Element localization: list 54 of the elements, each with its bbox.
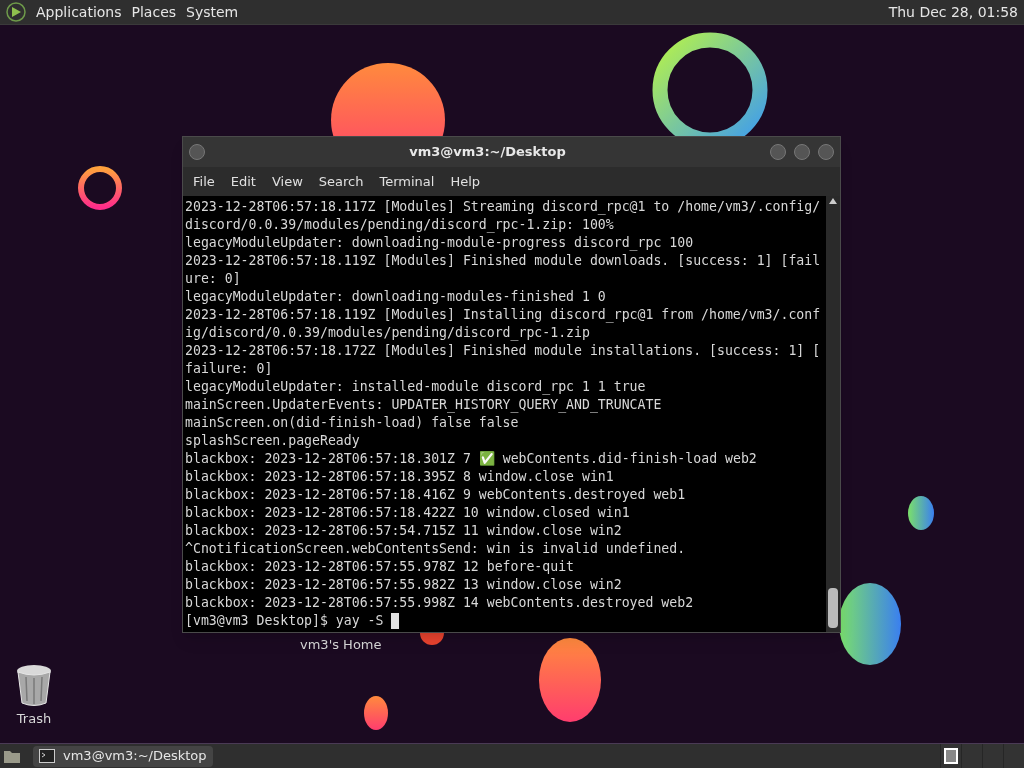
terminal-line: mainScreen.UpdaterEvents: UPDATER_HISTORY_QUERY_AND_TRUNCATE bbox=[185, 396, 662, 414]
terminal-line: discord/0.0.39/modules/pending/discord_rpc-1.zip: 100% bbox=[185, 216, 614, 234]
terminal-line: ig/discord/0.0.39/modules/pending/discord_rpc-1.zip bbox=[185, 324, 590, 342]
desktop-icon-label[interactable]: vm3's Home bbox=[300, 637, 382, 653]
scrollbar[interactable] bbox=[826, 196, 840, 632]
terminal-line: splashScreen.pageReady bbox=[185, 432, 360, 450]
terminal-line: blackbox: 2023-12-28T06:57:18.422Z 10 window.closed win1 bbox=[185, 504, 630, 522]
terminal-line: blackbox: 2023-12-28T06:57:55.998Z 14 webContents.destroyed web2 bbox=[185, 594, 694, 612]
terminal-line: failure: 0] bbox=[185, 360, 273, 378]
play-logo-icon[interactable] bbox=[6, 2, 26, 22]
terminal-icon bbox=[39, 749, 55, 763]
menu-item[interactable]: Terminal bbox=[373, 171, 441, 192]
menu-item[interactable]: Edit bbox=[224, 171, 262, 192]
panel-menu[interactable]: Applications bbox=[32, 1, 126, 23]
terminal-line: blackbox: 2023-12-28T06:57:54.715Z 11 window.close win2 bbox=[185, 522, 622, 540]
terminal-line: ^CnotificationScreen.webContentsSend: win is invalid undefined. bbox=[185, 540, 686, 558]
workspace-switcher-cell[interactable] bbox=[961, 744, 982, 768]
terminal-line: blackbox: 2023-12-28T06:57:55.982Z 13 window.close win2 bbox=[185, 576, 622, 594]
panel-clock[interactable]: Thu Dec 28, 01:58 bbox=[888, 1, 1018, 23]
terminal-line: ure: 0] bbox=[185, 270, 241, 288]
folder-icon[interactable] bbox=[3, 748, 21, 764]
menu-item[interactable]: Help bbox=[444, 171, 487, 192]
terminal-line: blackbox: 2023-12-28T06:57:18.416Z 9 webContents.destroyed web1 bbox=[185, 486, 686, 504]
workspace-switcher-cell[interactable] bbox=[982, 744, 1003, 768]
terminal-line: 2023-12-28T06:57:18.117Z [Modules] Streaming discord_rpc@1 to /home/vm3/.config/ bbox=[185, 198, 821, 216]
task-button[interactable]: vm3@vm3:~/Desktop bbox=[33, 745, 213, 767]
workspace-switcher-cell[interactable] bbox=[940, 744, 961, 768]
terminal-line: 2023-12-28T06:57:18.119Z [Modules] Finished module downloads. [success: 1] [fail bbox=[185, 252, 821, 270]
terminal-line: 2023-12-28T06:57:18.119Z [Modules] Installing discord_rpc@1 from /home/vm3/.conf bbox=[185, 306, 821, 324]
menu-item[interactable]: File bbox=[187, 171, 221, 192]
shell-prompt: [vm3@vm3 Desktop]$ yay -S bbox=[185, 612, 385, 630]
scrollbar-thumb[interactable] bbox=[828, 588, 838, 628]
maximize-button[interactable] bbox=[794, 144, 810, 160]
minimize-button[interactable] bbox=[770, 144, 786, 160]
text-cursor bbox=[391, 613, 400, 629]
window-menu-button[interactable] bbox=[189, 144, 205, 160]
terminal-line: blackbox: 2023-12-28T06:57:18.301Z 7 ✅ webContents.did-finish-load web2 bbox=[185, 450, 757, 468]
terminal-line: legacyModuleUpdater: downloading-modules-finished 1 0 bbox=[185, 288, 606, 306]
terminal-line: blackbox: 2023-12-28T06:57:55.978Z 12 before-quit bbox=[185, 558, 575, 576]
menu-item[interactable]: Search bbox=[312, 171, 370, 192]
terminal-line: mainScreen.on(did-finish-load) false false bbox=[185, 414, 519, 432]
window-title: vm3@vm3:~/Desktop bbox=[408, 143, 567, 162]
terminal-line: legacyModuleUpdater: installed-module discord_rpc 1 1 true bbox=[185, 378, 646, 396]
panel-menu[interactable]: Places bbox=[127, 1, 181, 23]
panel-menu[interactable]: System bbox=[182, 1, 243, 23]
terminal-line: blackbox: 2023-12-28T06:57:18.395Z 8 window.close win1 bbox=[185, 468, 614, 486]
terminal-line: legacyModuleUpdater: downloading-module-progress discord_rpc 100 bbox=[185, 234, 694, 252]
menu-item[interactable]: View bbox=[265, 171, 309, 192]
scroll-up-arrow-icon[interactable] bbox=[829, 198, 837, 204]
close-button[interactable] bbox=[818, 144, 834, 160]
trash-can-icon[interactable] bbox=[14, 663, 54, 707]
workspace-switcher-cell[interactable] bbox=[1003, 744, 1024, 768]
terminal-line: 2023-12-28T06:57:18.172Z [Modules] Finished module installations. [success: 1] [ bbox=[185, 342, 821, 360]
desktop-icon-label[interactable]: Trash bbox=[16, 711, 52, 727]
